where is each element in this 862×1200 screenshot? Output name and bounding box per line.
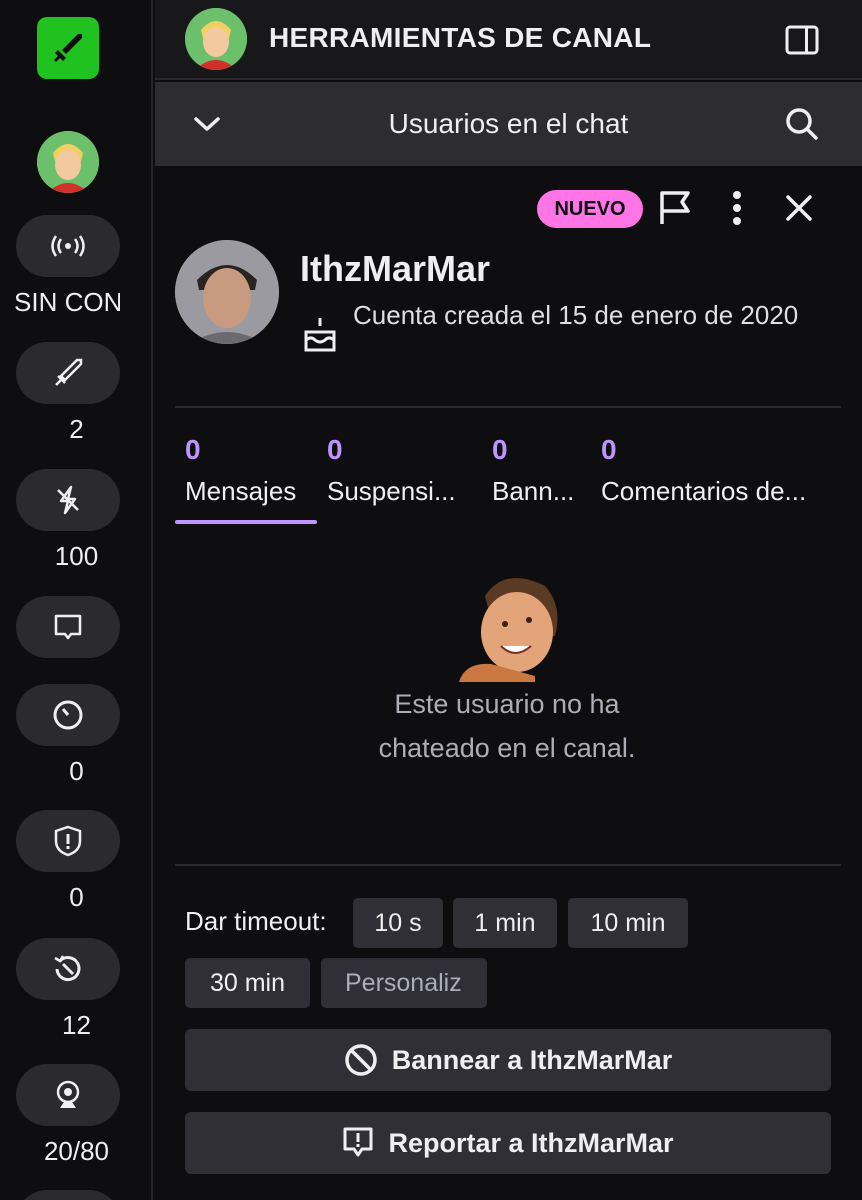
timer-button[interactable] bbox=[16, 684, 120, 746]
more-options-icon[interactable] bbox=[715, 186, 759, 230]
report-user-label: Reportar a IthzMarMar bbox=[388, 1127, 674, 1158]
slots-count: 20/80 bbox=[43, 1136, 110, 1166]
empty-state-line-1: Este usuario no ha bbox=[394, 689, 620, 719]
header-title: HERRAMIENTAS DE CANAL bbox=[269, 22, 652, 53]
channel-avatar-header[interactable] bbox=[185, 8, 247, 70]
tab-count: 0 bbox=[492, 434, 508, 465]
account-created-text: Cuenta creada el 15 de enero de 2020 bbox=[353, 300, 799, 330]
divider bbox=[175, 864, 841, 866]
ban-icon bbox=[344, 1044, 377, 1076]
ban-user-label: Bannear a IthzMarMar bbox=[391, 1044, 673, 1075]
user-tabs: 0 Mensajes 0 Suspensi... 0 Bann... 0 Com… bbox=[175, 428, 841, 524]
timeout-10s-button[interactable]: 10 s bbox=[353, 898, 443, 948]
history-button[interactable] bbox=[16, 938, 120, 1000]
mod-count: 2 bbox=[69, 414, 84, 444]
tab-comments[interactable]: 0 Comentarios de... bbox=[601, 428, 841, 524]
tab-suspensions[interactable]: 0 Suspensi... bbox=[327, 428, 477, 524]
active-tab-indicator bbox=[175, 520, 317, 524]
mod-tools-button[interactable] bbox=[16, 342, 120, 404]
channel-avatar[interactable] bbox=[37, 131, 99, 193]
empty-state-line-2: chateado en el canal. bbox=[378, 733, 636, 763]
timer-count: 0 bbox=[69, 756, 84, 786]
tab-label: Suspensi... bbox=[327, 476, 456, 506]
tab-messages[interactable]: 0 Mensajes bbox=[175, 428, 317, 524]
tab-label: Comentarios de... bbox=[601, 476, 807, 506]
timeout-1min-button[interactable]: 1 min bbox=[453, 898, 557, 948]
timeout-label: Dar timeout: bbox=[185, 906, 327, 936]
broadcast-status-button[interactable] bbox=[16, 215, 120, 277]
empty-state-text: Este usuario no ha chateado en el canal. bbox=[305, 682, 709, 770]
report-icon bbox=[343, 1127, 373, 1157]
users-in-chat-header: Usuarios en el chat bbox=[155, 82, 862, 166]
username: IthzMarMar bbox=[300, 248, 491, 289]
tab-count: 0 bbox=[185, 434, 201, 465]
user-avatar bbox=[175, 240, 279, 344]
tab-bans[interactable]: 0 Bann... bbox=[492, 428, 592, 524]
report-user-button[interactable]: Reportar a IthzMarMar bbox=[185, 1112, 831, 1174]
history-count: 12 bbox=[62, 1010, 91, 1040]
close-icon[interactable] bbox=[777, 186, 821, 230]
custom-timeout-input[interactable]: Personaliz bbox=[321, 958, 487, 1008]
points-button[interactable] bbox=[16, 469, 120, 531]
tab-count: 0 bbox=[601, 434, 617, 465]
broadcast-status-label: SIN CONEXIÓN bbox=[14, 287, 120, 317]
left-rail: SIN CONEXIÓN 2 100 0 0 12 20/80 bbox=[0, 0, 153, 1200]
sword-logo-icon[interactable] bbox=[37, 17, 99, 79]
more-rail-button[interactable] bbox=[16, 1190, 120, 1200]
flag-icon[interactable] bbox=[653, 186, 697, 230]
user-card: NUEVO IthzMarMar Cuenta creada el 15 de … bbox=[155, 166, 862, 1200]
shield-button[interactable] bbox=[16, 810, 120, 872]
new-user-badge: NUEVO bbox=[537, 190, 643, 228]
webcam-button[interactable] bbox=[16, 1064, 120, 1126]
tab-count: 0 bbox=[327, 434, 343, 465]
cake-icon bbox=[303, 316, 337, 354]
ban-user-button[interactable]: Bannear a IthzMarMar bbox=[185, 1029, 831, 1091]
timeout-30min-button[interactable]: 30 min bbox=[185, 958, 310, 1008]
top-header: HERRAMIENTAS DE CANAL bbox=[155, 0, 862, 80]
tab-label: Mensajes bbox=[185, 476, 297, 506]
shield-count: 0 bbox=[69, 882, 84, 912]
search-icon[interactable] bbox=[782, 104, 822, 144]
timeout-10min-button[interactable]: 10 min bbox=[568, 898, 688, 948]
sidebar-toggle-icon[interactable] bbox=[782, 20, 822, 60]
chat-button[interactable] bbox=[16, 596, 120, 658]
empty-state-emote bbox=[455, 566, 565, 682]
tab-label: Bann... bbox=[492, 476, 575, 506]
users-in-chat-title: Usuarios en el chat bbox=[388, 108, 629, 139]
divider bbox=[175, 406, 841, 408]
points-count: 100 bbox=[54, 541, 99, 571]
